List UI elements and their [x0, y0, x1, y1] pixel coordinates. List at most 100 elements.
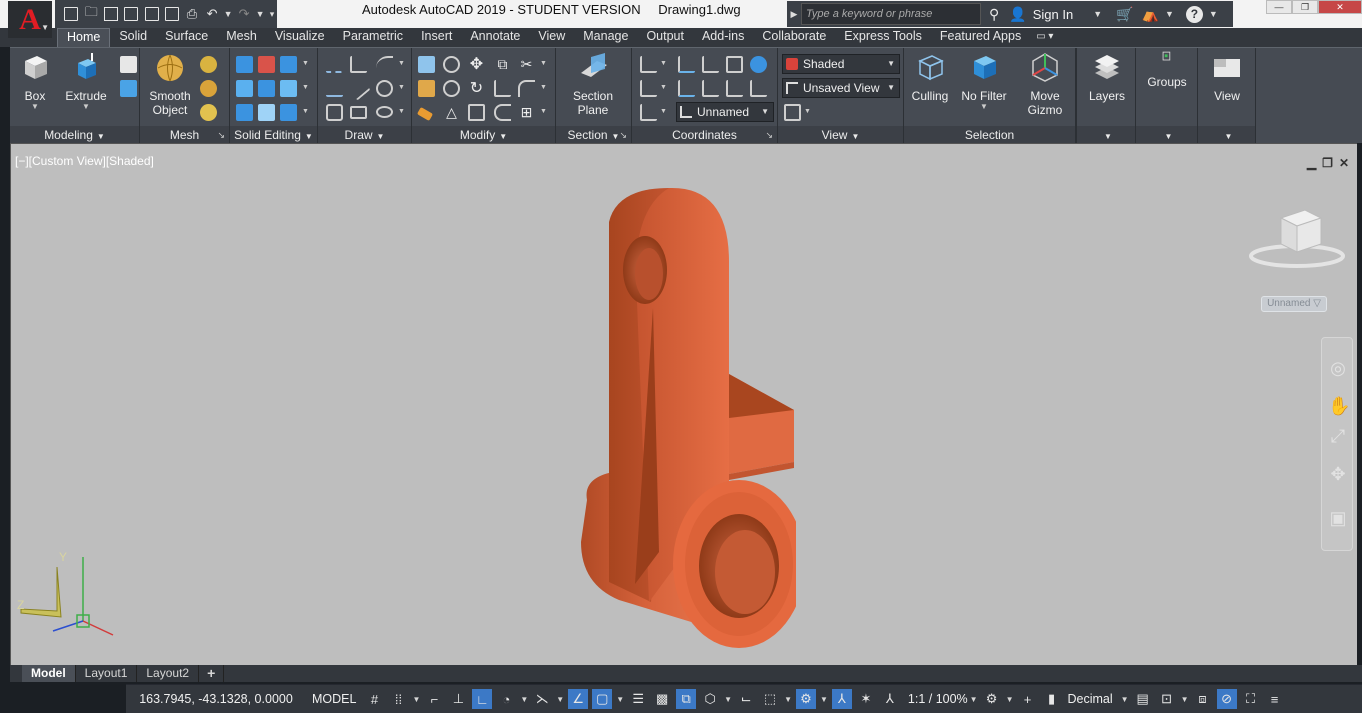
panel-title-section[interactable]: Section▼↘	[556, 126, 631, 144]
chevron-down-icon[interactable]: ▼	[302, 60, 309, 67]
save-as-button[interactable]	[122, 3, 140, 25]
chevron-down-icon[interactable]: ▼	[1181, 695, 1189, 704]
polygon-icon[interactable]	[326, 104, 343, 121]
rotate-icon[interactable]: ↻	[468, 80, 485, 97]
no-filter-button[interactable]: No Filter ▼	[956, 51, 1012, 111]
mesh-refine-icon[interactable]	[200, 80, 217, 97]
move-gizmo-button[interactable]: Move Gizmo	[1018, 51, 1072, 117]
help-icon[interactable]: ?	[1186, 6, 1203, 23]
viewcube[interactable]	[1247, 206, 1347, 278]
dynamic-input-icon[interactable]: ⊥	[448, 689, 468, 709]
array-icon[interactable]: ⊞	[518, 104, 535, 121]
search-input[interactable]	[801, 3, 981, 25]
3d-object-snap-icon[interactable]: ⬡	[700, 689, 720, 709]
tab-add-ins[interactable]: Add-ins	[693, 28, 753, 47]
steering-wheel-icon[interactable]: ◎	[1328, 358, 1348, 378]
tab-home[interactable]: Home	[57, 28, 110, 47]
chevron-down-icon[interactable]: ▼	[820, 695, 828, 704]
annotation-scale-value[interactable]: 1:1 / 100%	[908, 692, 968, 706]
subtract-icon[interactable]	[258, 56, 275, 73]
open-button[interactable]: 🗀	[82, 3, 100, 25]
3d-model[interactable]	[561, 182, 796, 652]
view-button[interactable]: View	[1204, 51, 1250, 103]
rectangle-icon[interactable]	[350, 106, 367, 119]
a360-icon[interactable]: ⛺	[1142, 6, 1159, 23]
layers-button[interactable]: Layers	[1083, 51, 1131, 103]
chevron-down-icon[interactable]: ▼	[660, 60, 667, 67]
viewport-config-icon[interactable]	[784, 104, 801, 121]
gizmo-icon[interactable]: ⚙	[796, 689, 816, 709]
pan-icon[interactable]: ✋	[1328, 396, 1348, 416]
redo-dropdown[interactable]: ▼	[255, 3, 265, 25]
application-menu-button[interactable]: A ▼	[8, 1, 52, 38]
scale-icon[interactable]	[494, 80, 511, 97]
slice-icon[interactable]	[258, 80, 275, 97]
chevron-down-icon[interactable]: ▼	[540, 60, 547, 67]
close-icon[interactable]: ✕	[1339, 156, 1349, 170]
visual-style-combo[interactable]: Shaded ▼	[782, 54, 900, 74]
customize-qat-button[interactable]: ▾	[267, 3, 277, 25]
chevron-down-icon[interactable]: ▼	[804, 108, 811, 115]
ucs-face-icon[interactable]	[640, 104, 657, 121]
annotation-visibility-icon[interactable]: ⅄	[832, 689, 852, 709]
tab-express-tools[interactable]: Express Tools	[835, 28, 931, 47]
union-icon[interactable]	[236, 56, 253, 73]
ellipse-icon[interactable]	[376, 106, 393, 118]
3d-align-icon[interactable]	[443, 56, 460, 73]
chevron-down-icon[interactable]: ▼	[540, 108, 547, 115]
mesh-crease-icon[interactable]	[200, 104, 217, 121]
ucs-x-icon[interactable]	[702, 56, 719, 73]
chevron-down-icon[interactable]: ▼	[1121, 695, 1129, 704]
chevron-down-icon[interactable]: ▼	[302, 108, 309, 115]
minimize-button[interactable]: —	[1266, 0, 1292, 14]
transparency-icon[interactable]: ▩	[652, 689, 672, 709]
line-icon[interactable]	[347, 77, 371, 101]
redo-button[interactable]: ↷	[235, 3, 253, 25]
object-snap-icon[interactable]: ▢	[592, 689, 612, 709]
separate-icon[interactable]	[280, 104, 297, 121]
copy-icon[interactable]: ⧉	[494, 56, 511, 73]
trim-icon[interactable]: ✂	[518, 56, 535, 73]
tab-annotate[interactable]: Annotate	[461, 28, 529, 47]
chevron-down-icon[interactable]: ▼	[1209, 9, 1218, 19]
expand-search-icon[interactable]: ▶	[787, 9, 801, 20]
tab-layout1[interactable]: Layout1	[76, 665, 138, 682]
showmotion-icon[interactable]: ▣	[1328, 508, 1348, 528]
lock-ui-icon[interactable]: ⊡	[1157, 689, 1177, 709]
ribbon-minimize-toggle[interactable]: ▭ ▾	[1030, 28, 1059, 47]
stretch-icon[interactable]	[468, 104, 485, 121]
coordinates-readout[interactable]: 163.7945, -43.1328, 0.0000	[126, 692, 306, 706]
chevron-down-icon[interactable]: ▼	[398, 108, 405, 115]
move-3d-icon[interactable]	[350, 56, 367, 73]
clean-screen-icon[interactable]: ⛶	[1241, 689, 1261, 709]
minimize-icon[interactable]: ▁	[1307, 156, 1316, 170]
restore-button[interactable]: ❐	[1292, 0, 1318, 14]
smooth-object-button[interactable]: Smooth Object	[145, 51, 195, 117]
save-button[interactable]	[102, 3, 120, 25]
selection-filter-icon[interactable]: ⬚	[760, 689, 780, 709]
chevron-down-icon[interactable]: ▼	[724, 695, 732, 704]
isodraft-icon[interactable]: ⋋	[532, 689, 552, 709]
dynamic-ucs-icon[interactable]: ⌙	[736, 689, 756, 709]
tab-solid[interactable]: Solid	[110, 28, 156, 47]
circle-icon[interactable]	[376, 80, 393, 97]
section-plane-button[interactable]: Section Plane	[564, 51, 622, 117]
ucs-world-icon[interactable]	[678, 56, 695, 73]
restore-icon[interactable]: ❐	[1322, 156, 1333, 170]
chevron-down-icon[interactable]: ▼	[1093, 9, 1102, 19]
panel-title-draw[interactable]: Draw▼	[318, 126, 411, 144]
tab-surface[interactable]: Surface	[156, 28, 217, 47]
tab-collaborate[interactable]: Collaborate	[753, 28, 835, 47]
panel-view-expand[interactable]: ▼	[1198, 126, 1255, 144]
quick-properties-icon[interactable]: ▤	[1133, 689, 1153, 709]
units-icon[interactable]: ▮	[1042, 689, 1062, 709]
named-view-combo[interactable]: Unsaved View ▼	[782, 78, 900, 98]
model-space-toggle[interactable]: MODEL	[306, 692, 362, 706]
isolate-objects-icon[interactable]: ⧈	[1193, 689, 1213, 709]
polysolid-icon[interactable]	[120, 56, 137, 73]
orbit-icon[interactable]: ✥	[1328, 464, 1348, 484]
tab-view[interactable]: View	[529, 28, 574, 47]
polyline-icon[interactable]	[326, 56, 343, 73]
chevron-down-icon[interactable]: ▼	[660, 108, 667, 115]
mesh-smooth-more-icon[interactable]	[200, 56, 217, 73]
